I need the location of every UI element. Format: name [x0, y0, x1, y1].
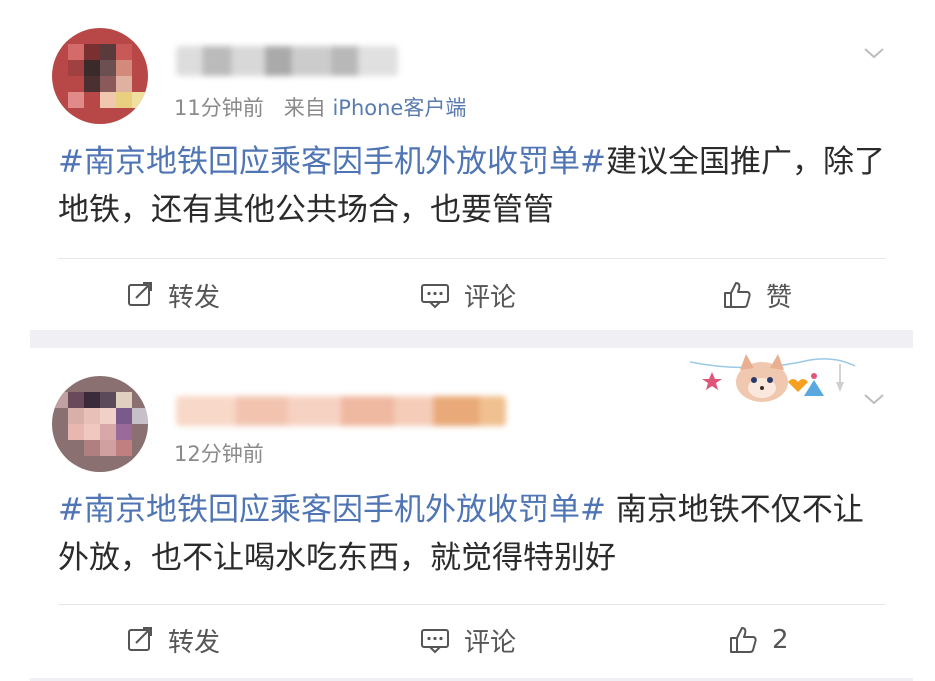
- weibo-comment: 11分钟前 来自 iPhone客户端 #南京地铁回应乘客因手机外放收罚单#建议全…: [0, 0, 935, 330]
- post-time: 11分钟前: [174, 96, 264, 120]
- comment-icon: [421, 629, 449, 654]
- repost-label: 转发: [168, 282, 221, 313]
- like-count: 2: [772, 625, 789, 655]
- avatar[interactable]: [52, 28, 148, 124]
- action-bar: 转发 评论 赞: [0, 265, 935, 325]
- post-content: #南京地铁回应乘客因手机外放收罚单# 南京地铁不仅不让外放，也不让喝水吃东西，就…: [58, 486, 885, 582]
- weibo-comment: 12分钟前 #南京地铁回应乘客因手机外放收罚单# 南京地铁不仅不让外放，也不让喝…: [0, 348, 935, 681]
- repost-icon: [128, 282, 152, 306]
- comment-button[interactable]: 评论: [420, 610, 516, 670]
- like-button[interactable]: 2: [728, 610, 789, 670]
- like-icon: [730, 627, 757, 653]
- comment-button[interactable]: 评论: [420, 265, 516, 325]
- chevron-down-icon[interactable]: [863, 388, 885, 410]
- fox-badge-decoration-icon: [690, 354, 856, 402]
- avatar[interactable]: [52, 376, 148, 472]
- repost-icon: [128, 627, 152, 651]
- comment-label: 评论: [464, 627, 517, 658]
- comment-icon: [421, 284, 449, 309]
- post-meta: 11分钟前 来自 iPhone客户端: [174, 92, 466, 122]
- hashtag-link[interactable]: #南京地铁回应乘客因手机外放收罚单#: [58, 144, 606, 180]
- repost-button[interactable]: 转发: [126, 610, 220, 670]
- like-icon: [724, 282, 751, 308]
- hashtag-link[interactable]: #南京地铁回应乘客因手机外放收罚单#: [58, 492, 606, 528]
- post-separator: [30, 330, 913, 348]
- username-blurred[interactable]: [176, 396, 506, 426]
- action-bar: 转发 评论 2: [0, 610, 935, 670]
- chevron-down-icon[interactable]: [863, 42, 885, 64]
- comment-label: 评论: [464, 282, 517, 313]
- source-prefix: 来自: [283, 96, 326, 120]
- post-meta: 12分钟前: [174, 438, 264, 468]
- like-button[interactable]: 赞: [722, 265, 792, 325]
- divider: [58, 258, 885, 259]
- like-label: 赞: [766, 282, 793, 313]
- username-blurred[interactable]: [176, 46, 398, 76]
- post-time: 12分钟前: [174, 442, 264, 466]
- post-content: #南京地铁回应乘客因手机外放收罚单#建议全国推广，除了地铁，还有其他公共场合，也…: [58, 138, 885, 234]
- divider: [58, 604, 885, 605]
- repost-button[interactable]: 转发: [126, 265, 220, 325]
- repost-label: 转发: [168, 627, 221, 658]
- source-link[interactable]: iPhone客户端: [332, 96, 466, 120]
